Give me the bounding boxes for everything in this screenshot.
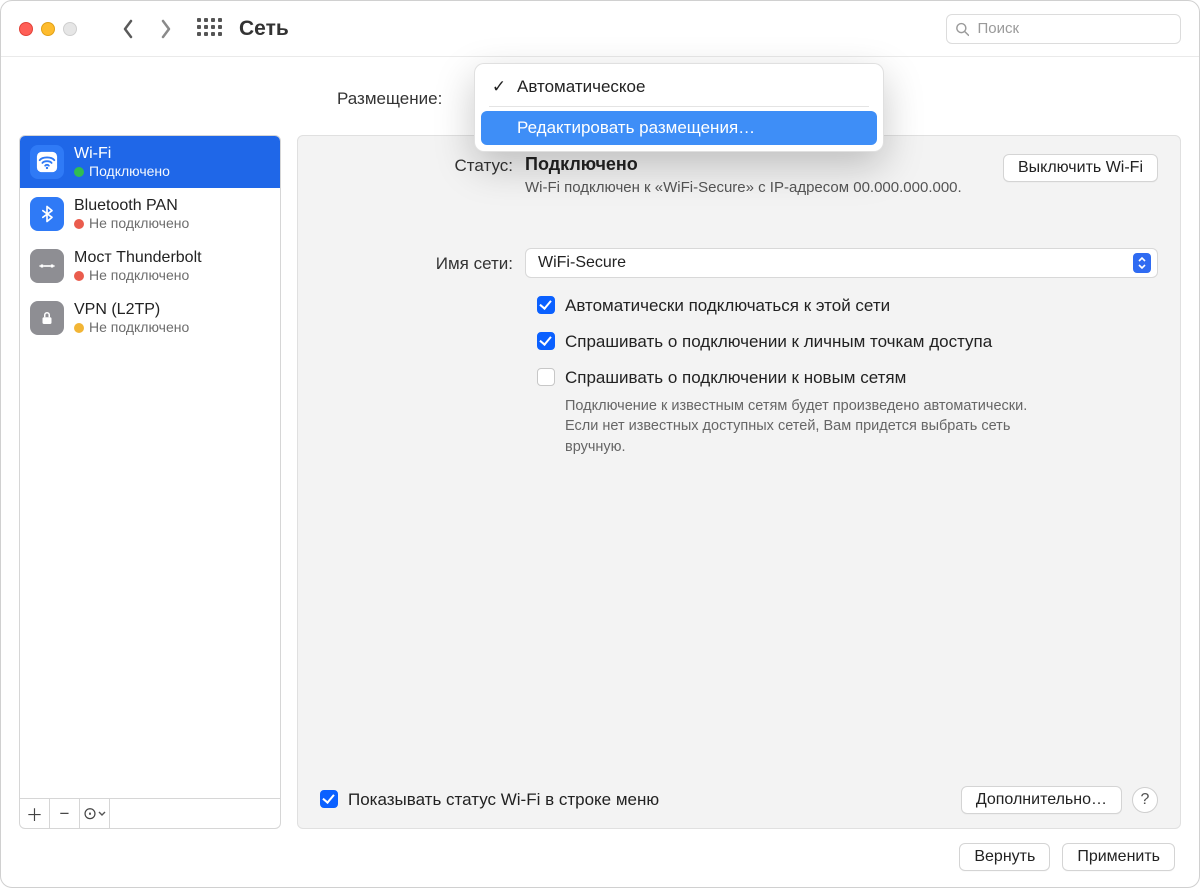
checkbox-hint: Подключение к известным сетям будет прои… [565, 396, 1055, 457]
menu-item-label: Автоматическое [517, 77, 645, 97]
bluetooth-icon [30, 197, 64, 231]
status-dot-icon [74, 271, 84, 281]
location-menu-item-edit[interactable]: Редактировать размещения… [481, 111, 877, 145]
status-label: Статус: [320, 154, 525, 176]
service-status: Подключено [89, 163, 170, 180]
turn-wifi-off-button[interactable]: Выключить Wi-Fi [1003, 154, 1158, 182]
network-name-value: WiFi-Secure [538, 254, 626, 272]
checkbox-ask-hotspot[interactable] [537, 332, 555, 350]
sidebar-item-vpn[interactable]: VPN (L2TP) Не подключено [20, 292, 280, 344]
service-list: Wi-Fi Подключено Bluetooth PAN Не подклю… [19, 135, 281, 829]
chevron-down-icon [98, 811, 106, 817]
detail-pane: Статус: Подключено Wi-Fi подключен к «Wi… [297, 135, 1181, 829]
checkbox-label: Автоматически подключаться к этой сети [565, 296, 890, 316]
service-status: Не подключено [89, 215, 189, 232]
search-icon [955, 21, 969, 37]
add-service-button[interactable]: ＋ [20, 799, 50, 828]
forward-button [151, 14, 181, 44]
checkbox-show-menubar[interactable] [320, 790, 338, 808]
apply-button[interactable]: Применить [1062, 843, 1175, 871]
system-preferences-network-window: Сеть Размещение: ✓ Автоматическое Редакт… [0, 0, 1200, 888]
updown-arrows-icon [1133, 253, 1151, 273]
status-value: Подключено [525, 154, 1003, 175]
status-dot-icon [74, 219, 84, 229]
checkmark-icon: ✓ [491, 77, 507, 97]
page-title: Сеть [239, 17, 289, 41]
show-all-icon[interactable] [197, 18, 219, 40]
service-name: VPN (L2TP) [74, 300, 189, 319]
zoom-icon [63, 22, 77, 36]
network-name-label: Имя сети: [320, 252, 525, 274]
sidebar-item-thunderbolt-bridge[interactable]: Мост Thunderbolt Не подключено [20, 240, 280, 292]
titlebar: Сеть [1, 1, 1199, 57]
checkbox-label: Спрашивать о подключении к новым сетям [565, 368, 906, 388]
advanced-button[interactable]: Дополнительно… [961, 786, 1122, 814]
search-field[interactable] [946, 14, 1181, 44]
help-button[interactable]: ? [1132, 787, 1158, 813]
lock-icon [30, 301, 64, 335]
status-dot-icon [74, 167, 84, 177]
service-name: Bluetooth PAN [74, 196, 189, 215]
service-name: Wi-Fi [74, 144, 170, 163]
menu-separator [489, 106, 869, 107]
sidebar-item-bluetooth-pan[interactable]: Bluetooth PAN Не подключено [20, 188, 280, 240]
toolbar-empty [110, 799, 280, 828]
service-list-toolbar: ＋ − ⊙ [20, 798, 280, 828]
location-menu-item-automatic[interactable]: ✓ Автоматическое [481, 70, 877, 104]
service-name: Мост Thunderbolt [74, 248, 202, 267]
gear-alt-icon: ⊙ [83, 804, 97, 824]
wifi-icon [30, 145, 64, 179]
location-dropdown-menu[interactable]: ✓ Автоматическое Редактировать размещени… [474, 63, 884, 152]
service-status: Не подключено [89, 267, 189, 284]
menu-item-label: Редактировать размещения… [491, 118, 755, 138]
checkbox-auto-join[interactable] [537, 296, 555, 314]
location-label: Размещение: [337, 89, 442, 109]
status-dot-icon [74, 323, 84, 333]
revert-button[interactable]: Вернуть [959, 843, 1050, 871]
service-actions-menu[interactable]: ⊙ [80, 799, 110, 828]
sidebar-item-wifi[interactable]: Wi-Fi Подключено [20, 136, 280, 188]
service-status: Не подключено [89, 319, 189, 336]
traffic-lights [19, 22, 77, 36]
checkbox-ask-new[interactable] [537, 368, 555, 386]
back-button[interactable] [113, 14, 143, 44]
thunderbolt-bridge-icon [30, 249, 64, 283]
close-icon[interactable] [19, 22, 33, 36]
remove-service-button[interactable]: − [50, 799, 80, 828]
checkbox-label: Показывать статус Wi-Fi в строке меню [348, 790, 659, 810]
network-name-select[interactable]: WiFi-Secure [525, 248, 1158, 278]
search-input[interactable] [975, 19, 1172, 38]
status-detail: Wi-Fi подключен к «WiFi-Secure» с IP-адр… [525, 179, 1003, 196]
minimize-icon[interactable] [41, 22, 55, 36]
checkbox-label: Спрашивать о подключении к личным точкам… [565, 332, 992, 352]
